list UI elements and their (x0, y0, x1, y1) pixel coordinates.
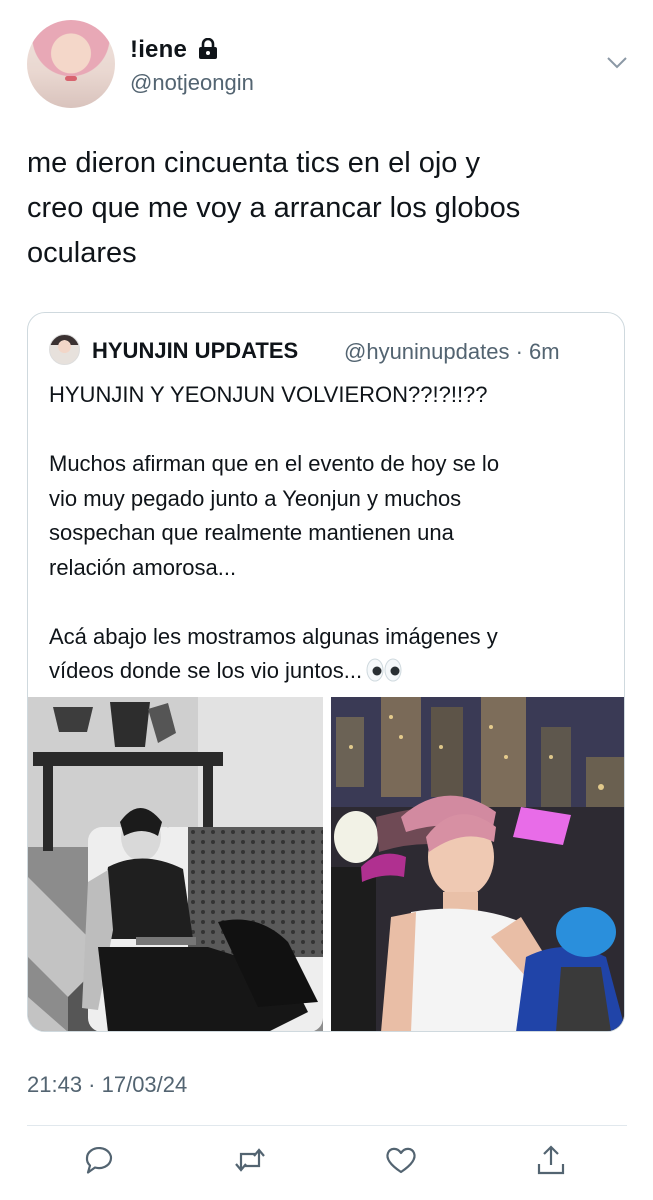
quoted-photo-1[interactable] (28, 697, 323, 1031)
share-icon[interactable] (533, 1142, 569, 1178)
lock-icon (199, 38, 217, 59)
heart-icon[interactable] (383, 1142, 419, 1178)
quoted-text: HYUNJIN Y YEONJUN VOLVIERON??!?!!?? Much… (49, 378, 609, 689)
tweet-timestamp[interactable]: 21:43 · 17/03/24 (27, 1072, 187, 1098)
tweet-text: me dieron cincuenta tics en el ojo y cre… (27, 147, 521, 269)
photo-2-illustration (331, 697, 624, 1031)
author-handle[interactable]: @notjeongin (130, 70, 254, 96)
quoted-tweet[interactable]: HYUNJIN UPDATES @hyuninupdates · 6m HYUN… (27, 312, 625, 1032)
author-avatar[interactable] (27, 20, 115, 108)
quoted-avatar[interactable] (49, 334, 80, 365)
retweet-icon[interactable] (232, 1142, 268, 1178)
quoted-text-body: HYUNJIN Y YEONJUN VOLVIERON??!?!!?? Much… (49, 382, 500, 683)
author-display-name[interactable]: !iene (130, 36, 187, 64)
quoted-photo-2[interactable] (331, 697, 624, 1031)
divider (27, 1125, 627, 1126)
photo-1-illustration (28, 697, 323, 1031)
eyes-emoji (366, 658, 402, 682)
quoted-display-name[interactable]: HYUNJIN UPDATES (92, 338, 298, 364)
quoted-handle-time[interactable]: @hyuninupdates · 6m (344, 339, 560, 365)
reply-icon[interactable] (81, 1142, 117, 1178)
chevron-down-icon[interactable] (606, 56, 628, 70)
avatar-mouth (65, 76, 77, 81)
